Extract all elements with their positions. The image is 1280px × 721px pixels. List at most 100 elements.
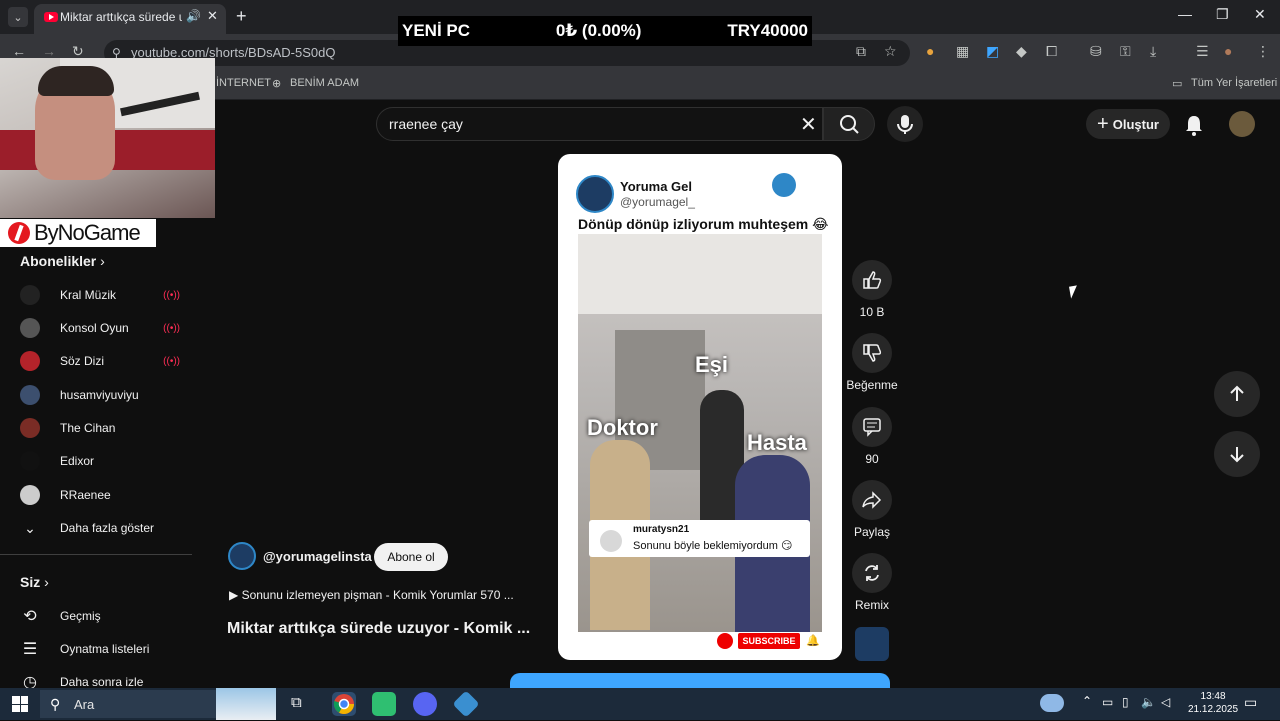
extensions-puzzle-icon[interactable]: ⧠: [1046, 43, 1057, 60]
comment-count: 90: [865, 452, 879, 466]
thumbs-up-badge-icon: [717, 633, 733, 649]
channel-handle[interactable]: @yorumagelinsta: [263, 549, 372, 564]
mouse-cursor: [1069, 285, 1079, 299]
like-count: 10 B: [859, 305, 885, 319]
qr-extension-icon[interactable]: ▦: [956, 43, 969, 60]
maximize-icon[interactable]: ❐: [1216, 6, 1229, 23]
next-short-button[interactable]: [1214, 431, 1260, 477]
incognito-icon[interactable]: ⛁: [1090, 43, 1102, 60]
show-more-button[interactable]: ⌄ Daha fazla göster: [20, 514, 180, 542]
live-icon: ((•)): [163, 322, 180, 334]
tab-search-button[interactable]: ⌄: [8, 7, 28, 27]
streaming-app-icon[interactable]: [372, 692, 396, 716]
you-header[interactable]: Siz ›: [20, 574, 49, 590]
search-value[interactable]: rraenee çay: [389, 116, 463, 132]
comment-avatar: [600, 530, 622, 552]
profile-icon[interactable]: ●: [1224, 43, 1232, 59]
clock-time: 13:48: [1200, 691, 1226, 702]
tray-chevron-up-icon[interactable]: ⌃: [1082, 694, 1092, 708]
forward-icon[interactable]: →: [42, 43, 56, 59]
bell-badge-icon: 🔔: [806, 635, 820, 647]
bookmark-star-icon[interactable]: ☆: [884, 43, 897, 60]
share-button[interactable]: [852, 480, 892, 520]
sidebar-item-subscription[interactable]: RRaenee: [20, 481, 180, 509]
plus-icon: +: [1097, 112, 1109, 135]
subscriptions-header[interactable]: Abonelikler ›: [20, 253, 105, 269]
extension-icon[interactable]: ●: [926, 43, 934, 59]
history-icon: ⟲: [23, 608, 37, 625]
password-key-icon[interactable]: ⚿: [1120, 43, 1131, 60]
folder-icon: ▭: [1172, 78, 1183, 90]
volume-icon[interactable]: 🔈: [1141, 695, 1156, 709]
bookmark-internet[interactable]: İNTERNET: [216, 77, 271, 89]
subscription-label: Söz Dizi: [60, 354, 105, 368]
notifications-bell-icon[interactable]: [1184, 114, 1204, 141]
chrome-taskbar-icon[interactable]: [332, 692, 356, 716]
taskbar-search-placeholder[interactable]: Ara: [74, 697, 94, 712]
minimize-icon[interactable]: —: [1178, 6, 1192, 22]
notification-center-icon[interactable]: ▭: [1244, 694, 1257, 711]
diamond-extension-icon[interactable]: ◆: [1016, 43, 1027, 60]
subscription-label: The Cihan: [60, 421, 116, 435]
brand-name: ByNoGame: [34, 220, 141, 245]
chevron-down-icon: ⌄: [24, 519, 36, 536]
task-view-icon[interactable]: ⧉: [291, 694, 302, 711]
avatar[interactable]: [1229, 111, 1255, 137]
like-button[interactable]: [852, 260, 892, 300]
voice-search-button[interactable]: [887, 106, 923, 142]
sidebar-item-subscription[interactable]: Söz Dizi ((•)): [20, 347, 180, 375]
share-icon: [862, 491, 882, 509]
all-bookmarks[interactable]: Tüm Yer İşaretleri: [1191, 77, 1277, 89]
overlay-label-doktor: Doktor: [587, 415, 658, 440]
music-link[interactable]: ▶ Sonunu izlemeyen pişman - Komik Yoruml…: [229, 588, 514, 602]
tab-audio-icon[interactable]: 🔊: [186, 9, 201, 23]
sound-thumbnail[interactable]: [855, 627, 889, 661]
remix-icon: [865, 565, 879, 581]
subscription-label: husamviyuviyu: [60, 388, 139, 402]
weather-icon[interactable]: [1040, 694, 1064, 712]
previous-short-button[interactable]: [1214, 371, 1260, 417]
clear-search-icon[interactable]: ✕: [800, 112, 817, 137]
search-icon: ⚲: [50, 696, 61, 712]
channel-avatar[interactable]: [228, 542, 256, 570]
sidebar-item-subscription[interactable]: Edixor: [20, 447, 180, 475]
sidebar-item-subscription[interactable]: husamviyuviyu: [20, 381, 180, 409]
discord-icon[interactable]: [413, 692, 437, 716]
install-app-icon[interactable]: ⧉: [856, 43, 866, 60]
comments-button[interactable]: [852, 407, 892, 447]
subscription-label: Kral Müzik: [60, 288, 117, 302]
reading-list-icon[interactable]: ☰: [1196, 43, 1209, 60]
card-caption: Dönüp dönüp izliyorum muhteşem 😂: [578, 216, 829, 232]
dislike-button[interactable]: [852, 333, 892, 373]
card-channel-name: Yoruma Gel: [620, 179, 693, 194]
ticker-name: YENİ PC: [402, 21, 471, 40]
download-icon[interactable]: ⤓: [1150, 43, 1156, 60]
bookmark-benim-adam[interactable]: BENİM ADAM: [290, 77, 359, 89]
sidebar-item-subscription[interactable]: Konsol Oyun ((•)): [20, 314, 180, 342]
tab-close-icon[interactable]: ✕: [207, 8, 218, 24]
tray-clock[interactable]: 13:48 21.12.2025: [1188, 690, 1238, 716]
back-icon[interactable]: ←: [12, 43, 26, 59]
network-icon[interactable]: ▭: [1102, 695, 1113, 709]
sidebar-item-history[interactable]: ⟲ Geçmiş: [20, 602, 180, 630]
tab-title: Miktar arttıkça sürede uzuyo: [60, 10, 182, 24]
close-window-icon[interactable]: ✕: [1254, 6, 1266, 23]
translate-extension-icon[interactable]: ◩: [986, 43, 999, 60]
clock-date: 21.12.2025: [1188, 704, 1239, 715]
thumbs-down-icon: [863, 344, 882, 362]
speaker-icon[interactable]: ◁: [1161, 695, 1170, 709]
remix-button[interactable]: [852, 553, 892, 593]
sidebar-item-subscription[interactable]: The Cihan: [20, 414, 180, 442]
video-title[interactable]: Miktar arttıkça sürede uzuyor - Komik ..…: [227, 620, 530, 638]
battery-icon[interactable]: ▯: [1122, 695, 1129, 709]
new-tab-button[interactable]: +: [236, 6, 247, 27]
sidebar-item-playlists[interactable]: ☰ Oynatma listeleri: [20, 635, 180, 663]
search-button[interactable]: [823, 107, 875, 141]
windows-start-icon[interactable]: [12, 696, 28, 712]
subscribe-button[interactable]: Abone ol: [374, 543, 448, 571]
create-button[interactable]: + Oluştur: [1086, 109, 1170, 139]
menu-kebab-icon[interactable]: ⋮: [1256, 43, 1270, 60]
sidebar-item-subscription[interactable]: Kral Müzik ((•)): [20, 281, 180, 309]
chevron-right-icon: ›: [100, 253, 105, 269]
channel-avatar: [20, 285, 40, 305]
